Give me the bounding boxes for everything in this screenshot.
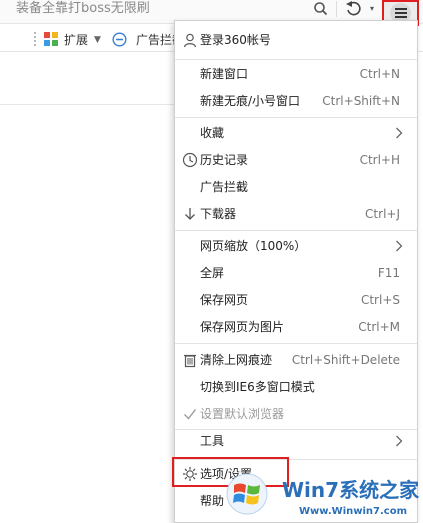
- user-icon: [182, 32, 198, 48]
- menu-item-shortcut: Ctrl+M: [358, 320, 400, 334]
- menu-item-label: 切换到IE6多窗口模式: [200, 380, 315, 394]
- grip-handle-icon[interactable]: [34, 32, 37, 46]
- search-input[interactable]: 装备全靠打boss无限刷: [16, 0, 296, 18]
- menu-item-set-default-browser[interactable]: 设置默认浏览器: [175, 401, 417, 427]
- menu-item-shortcut: Ctrl+N: [359, 67, 400, 81]
- watermark-title: Win7系统之家: [282, 478, 420, 502]
- watermark: Win7系统之家 Www.Winwin7.com: [224, 469, 423, 523]
- hamburger-icon: [395, 16, 407, 18]
- adblock-icon[interactable]: [112, 32, 127, 47]
- menu-item-new-incognito[interactable]: 新建无痕/小号窗口 Ctrl+Shift+N: [175, 88, 417, 114]
- menu-item-save-page[interactable]: 保存网页 Ctrl+S: [175, 287, 417, 313]
- menu-item-new-window[interactable]: 新建窗口 Ctrl+N: [175, 61, 417, 87]
- menu-item-tools[interactable]: 工具: [175, 428, 417, 454]
- menu-item-zoom[interactable]: 网页缩放（100%）: [175, 233, 417, 259]
- main-menu: 登录360帐号 新建窗口 Ctrl+N 新建无痕/小号窗口 Ctrl+Shift…: [174, 20, 418, 523]
- menu-item-label: 全屏: [200, 266, 225, 280]
- menu-item-downloader[interactable]: 下载器 Ctrl+J: [175, 201, 417, 227]
- menu-item-save-as-image[interactable]: 保存网页为图片 Ctrl+M: [175, 314, 417, 340]
- menu-separator: [175, 59, 417, 60]
- menu-item-shortcut: Ctrl+Shift+Delete: [291, 353, 400, 367]
- menu-item-ie6-mode[interactable]: 切换到IE6多窗口模式: [175, 374, 417, 400]
- menu-separator: [175, 117, 417, 118]
- menu-item-shortcut: Ctrl+J: [365, 207, 400, 221]
- hamburger-icon: [395, 8, 407, 10]
- menu-item-label: 新建无痕/小号窗口: [200, 94, 301, 108]
- menu-item-label: 历史记录: [200, 153, 249, 167]
- menu-item-label: 保存网页: [200, 293, 249, 307]
- download-arrow-icon: [182, 206, 198, 222]
- chevron-down-icon[interactable]: ▼: [94, 31, 101, 49]
- menu-item-shortcut: Ctrl+H: [359, 153, 400, 167]
- trash-icon: [182, 352, 198, 368]
- extensions-icon[interactable]: [44, 32, 59, 47]
- menu-item-fullscreen[interactable]: 全屏 F11: [175, 260, 417, 286]
- windows-logo-icon: [226, 473, 268, 515]
- clock-icon: [182, 152, 198, 168]
- adblock-label[interactable]: 广告拦截: [136, 31, 174, 49]
- chevron-right-icon: [395, 240, 403, 252]
- menu-item-label: 帮助: [200, 494, 225, 508]
- page-divider: [0, 104, 176, 105]
- menu-item-label: 下载器: [200, 207, 237, 221]
- watermark-url: Www.Winwin7.com: [299, 506, 408, 517]
- search-icon[interactable]: [312, 0, 330, 18]
- menu-item-label: 保存网页为图片: [200, 320, 285, 334]
- undo-close-tab-icon[interactable]: [344, 0, 364, 18]
- menu-item-label: 收藏: [200, 126, 225, 140]
- menu-item-label: 新建窗口: [200, 67, 249, 81]
- hamburger-icon: [395, 12, 407, 14]
- menu-item-label: 清除上网痕迹: [200, 353, 273, 367]
- menu-item-shortcut: Ctrl+S: [360, 293, 400, 307]
- menu-item-clear-traces[interactable]: 清除上网痕迹 Ctrl+Shift+Delete: [175, 347, 417, 373]
- menu-separator: [175, 343, 417, 344]
- checkmark-icon: [182, 406, 198, 422]
- menu-item-history[interactable]: 历史记录 Ctrl+H: [175, 147, 417, 173]
- menu-item-label: 广告拦截: [200, 180, 249, 194]
- extensions-label[interactable]: 扩展: [64, 31, 88, 49]
- menu-item-login[interactable]: 登录360帐号: [175, 27, 417, 53]
- chevron-right-icon: [395, 127, 403, 139]
- undo-dropdown-icon[interactable]: ▾: [370, 2, 378, 16]
- menu-item-favorites[interactable]: 收藏: [175, 120, 417, 146]
- menu-item-label: 登录360帐号: [200, 33, 271, 47]
- menu-item-shortcut: Ctrl+Shift+N: [322, 94, 400, 108]
- menu-item-label: 工具: [200, 434, 225, 448]
- menu-item-label: 设置默认浏览器: [200, 407, 285, 421]
- menu-item-label: 网页缩放（100%）: [200, 239, 307, 253]
- menu-item-adblock[interactable]: 广告拦截: [175, 174, 417, 200]
- menu-item-shortcut: F11: [377, 266, 400, 280]
- toolbar-divider: [336, 1, 337, 17]
- chevron-right-icon: [395, 435, 403, 447]
- menu-separator: [175, 230, 417, 231]
